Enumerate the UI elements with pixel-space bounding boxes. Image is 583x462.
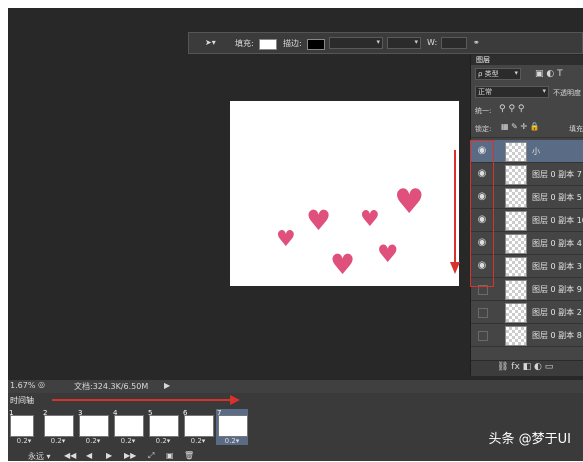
timeline-title[interactable]: 时间轴 [10,395,34,406]
animation-frame[interactable]: 4 0.2▾ [112,409,144,445]
layer-name: 图层 0 副本 4 [532,239,582,248]
heart-shape: ♥ [306,204,332,237]
fill-label: 填充: [235,39,254,48]
layer-row[interactable]: 图层 0 副本 8 [471,324,583,347]
layer-actions-icons[interactable]: ⛓ fx ◧ ◐ ▭ [497,362,553,372]
layer-name: 图层 0 副本 3 [532,262,582,271]
layer-name: 图层 0 副本 9 [532,285,582,294]
annotation-arrow-down-icon [450,150,460,274]
previous-frame-button[interactable]: ◀ [86,451,92,460]
watermark: 头条 @梦于UI [488,432,571,447]
delete-frame-button[interactable]: 🗑 [184,451,194,460]
layer-thumbnail [505,234,527,254]
layer-name: 图层 0 副本 10 [532,216,583,225]
options-bar: ➤▾ 填充: 描边: ▾ ▾ W: ⚭ [188,32,583,54]
panel-tab-bar: 图层 [471,55,583,65]
tab-layers[interactable]: 图层 [476,55,490,65]
document-canvas[interactable]: ♥ ♥ ♥ ♥ ♥ ♥ [230,101,459,286]
first-frame-button[interactable]: ◀◀ [64,451,76,460]
animation-frame[interactable]: 5 0.2▾ [147,409,179,445]
document-info: 文档:324.3K/6.50M [74,382,149,391]
filter-row: ρ 类型 ▾ ▣ ◐ T [471,67,583,83]
loop-dropdown[interactable]: 永远 ▾ [28,451,51,462]
play-button[interactable]: ▶ [106,451,112,460]
blend-row: 正常 ▾ 不透明度 [471,85,583,101]
layer-thumbnail [505,257,527,277]
lock-row: 锁定: ▦ ✎ ✛ 🔒 填充 [471,121,583,138]
layer-thumbnail [505,211,527,231]
duplicate-frame-button[interactable]: ▣ [166,451,174,460]
layer-thumbnail [505,142,527,162]
lock-label: 锁定: [475,125,492,133]
width-label: W: [427,38,438,47]
layer-thumbnail [505,165,527,185]
status-icon[interactable]: ◎ [38,380,45,389]
opacity-label: 不透明度 [553,89,581,97]
layer-thumbnail [505,303,527,323]
stroke-width-dropdown[interactable]: ▾ [329,37,383,49]
annotation-highlight-box [470,140,494,287]
layer-thumbnail [505,188,527,208]
link-icon[interactable]: ⚭ [473,38,480,47]
unify-label: 统一: [475,107,492,115]
layer-thumbnail [505,280,527,300]
kind-filter-dropdown[interactable]: ρ 类型 ▾ [475,68,521,80]
unify-icons[interactable]: ⚲ ⚲ ⚲ [499,104,525,114]
layer-name: 图层 0 副本 7 [532,170,582,179]
status-bar: 1.67% ◎ 文档:324.3K/6.50M ▶ [8,380,583,393]
tween-button[interactable]: ⤢ [148,451,154,461]
fill-swatch[interactable] [259,39,277,50]
layers-footer: ⛓ fx ◧ ◐ ▭ [471,360,583,376]
annotation-arrow-right-icon [52,395,240,405]
lock-icons[interactable]: ▦ ✎ ✛ 🔒 [501,122,540,131]
heart-shape: ♥ [377,240,399,268]
filter-icons[interactable]: ▣ ◐ T [535,69,563,79]
visibility-toggle-box[interactable] [478,331,488,341]
zoom-level[interactable]: 1.67% [10,381,35,390]
visibility-toggle-box[interactable] [478,308,488,318]
animation-frame[interactable]: 2 0.2▾ [42,409,74,445]
stroke-swatch[interactable] [307,39,325,50]
heart-shape: ♥ [276,227,296,252]
timeline-panel: 时间轴 1 0.2▾ 2 0.2▾ 3 0.2▾ 4 0.2▾ 5 0.2▾ 6… [8,393,583,461]
heart-shape: ♥ [330,248,356,281]
fill-label: 填充 [569,125,583,133]
unify-row: 统一: ⚲ ⚲ ⚲ [471,103,583,119]
status-menu-arrow-icon[interactable]: ▶ [164,381,170,390]
move-tool-icon[interactable]: ➤▾ [205,38,216,47]
heart-shape: ♥ [360,207,380,232]
animation-frame[interactable]: 1 0.2▾ [8,409,40,445]
animation-frame[interactable]: 3 0.2▾ [77,409,109,445]
layer-thumbnail [505,326,527,346]
stroke-style-dropdown[interactable]: ▾ [387,37,421,49]
animation-frame[interactable]: 6 0.2▾ [182,409,214,445]
next-frame-button[interactable]: ▶▶ [124,451,136,460]
layer-row[interactable]: 图层 0 副本 2 [471,301,583,324]
animation-frame-selected[interactable]: 7 0.2▾ [216,409,248,445]
layer-name: 图层 0 副本 5 [532,193,582,202]
layer-name: 图层 0 副本 8 [532,331,582,340]
layer-name: 小 [532,147,540,156]
width-input[interactable] [441,37,467,49]
blend-mode-dropdown[interactable]: 正常 ▾ [475,86,549,98]
layer-name: 图层 0 副本 2 [532,308,582,317]
heart-shape: ♥ [394,182,425,222]
stroke-label: 描边: [283,39,302,48]
